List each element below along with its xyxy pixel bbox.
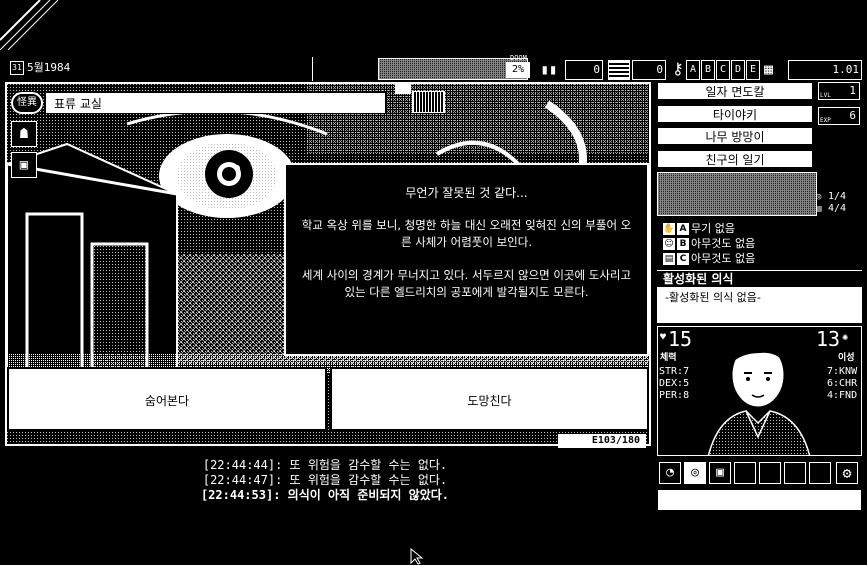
- stat-str: STR:7: [659, 366, 690, 377]
- item-count: 4/4: [828, 203, 847, 214]
- lvl-value: 1: [818, 82, 860, 100]
- equip-slot-b[interactable]: ☺ B 아무것도 없음: [663, 237, 755, 251]
- weapon-icon: ✋: [663, 223, 675, 235]
- equip-label-c: 아무것도 없음: [691, 252, 756, 265]
- item-taiyaki[interactable]: 타이야키: [657, 105, 813, 123]
- location-badge: 怪異: [11, 92, 43, 114]
- item-straight-razor[interactable]: 일자 면도칼: [657, 82, 813, 100]
- location-title: 표류 교실: [45, 92, 386, 114]
- mystery-letter-e: E: [746, 60, 760, 80]
- stat-chr: 6:CHR: [827, 378, 858, 389]
- action-slot-moon[interactable]: ◔: [659, 462, 681, 484]
- counter-2: 0: [632, 60, 666, 80]
- key-icon: ⚷: [672, 59, 684, 78]
- mouse-cursor-icon: [410, 548, 424, 565]
- stamina-icon: ♥: [660, 332, 667, 343]
- dialogue-box: 무언가 잘못된 것 같다... 학교 옥상 위를 보니, 청명한 하늘 대신 오…: [284, 163, 649, 356]
- exp-value: 6: [818, 107, 860, 125]
- corner-decoration: [0, 0, 59, 50]
- choice-hide-button[interactable]: 숨어본다: [7, 367, 327, 431]
- hand-icon: [395, 82, 411, 94]
- slot-letter-c: C: [677, 253, 689, 265]
- reason-icon: ✺: [842, 332, 849, 343]
- doom-value: 2%: [506, 62, 530, 78]
- slot-letter-b: B: [677, 238, 689, 250]
- rituals-header: 활성화된 의식: [657, 270, 862, 286]
- floppy-icon: [608, 60, 630, 80]
- dialogue-title: 무언가 잘못된 것 같다...: [405, 186, 528, 200]
- equip-slot-c[interactable]: ▤ C 아무것도 없음: [663, 252, 755, 266]
- equip-label-b: 아무것도 없음: [691, 237, 756, 250]
- version-label: 1.01: [788, 60, 862, 80]
- stat-per: PER:8: [659, 390, 690, 401]
- character-portrait: [707, 336, 811, 455]
- book-icon: ▤: [663, 253, 675, 265]
- dialogue-paragraph-2: 세계 사이의 경계가 무너지고 있다. 서두르지 않으면 이곳에 도사리고 있는…: [301, 268, 632, 299]
- scroll-icon: ▦: [764, 60, 774, 78]
- action-slot-spiral[interactable]: ◎: [684, 462, 706, 484]
- log-line-1: [22:44:44]: 또 위험을 감수할 수는 없다.: [202, 458, 448, 472]
- stat-knw: 7:KNW: [827, 366, 858, 377]
- stamina-label: 체력: [660, 353, 677, 363]
- event-id: E103/180: [558, 434, 646, 448]
- status-bar: [657, 489, 862, 511]
- mystery-letter-c: C: [716, 60, 730, 80]
- dialogue-paragraph-1: 학교 옥상 위를 보니, 청명한 하늘 대신 오래전 잊혀진 신의 부풀어 오른…: [301, 218, 632, 249]
- doom-label: DOOM: [510, 54, 527, 62]
- mystery-letter-a: A: [686, 60, 700, 80]
- item-wooden-bat[interactable]: 나무 방망이: [657, 127, 813, 145]
- calendar-icon: 31: [10, 61, 24, 75]
- stat-dex: DEX:5: [659, 378, 690, 389]
- mystery-letter-b: B: [701, 60, 715, 80]
- inventory-preview: [657, 172, 817, 216]
- equip-slot-a[interactable]: ✋ A 무기 없음: [663, 222, 735, 236]
- rituals-list: -활성화된 의식 없음-: [657, 287, 862, 323]
- action-slot-empty-2[interactable]: [759, 462, 781, 484]
- scene-thumbnail: [412, 91, 445, 113]
- reason-value: 13: [816, 327, 841, 351]
- counter-1: 0: [565, 60, 603, 80]
- top-divider: [312, 57, 313, 81]
- choice-flee-button[interactable]: 도망친다: [330, 367, 649, 431]
- rituals-header-label: 활성화된 의식: [663, 272, 734, 286]
- mask-icon[interactable]: ☗: [11, 121, 37, 147]
- charm-icon: ☺: [663, 238, 675, 250]
- item-count-icon: ▤: [816, 204, 822, 214]
- item-friends-diary[interactable]: 친구의 일기: [657, 150, 813, 168]
- settings-gear-icon[interactable]: ⚙: [836, 462, 858, 484]
- slot-letter-a: A: [677, 223, 689, 235]
- stat-fnd: 4:FND: [827, 390, 858, 401]
- action-slot-map[interactable]: ▣: [709, 462, 731, 484]
- spell-count: 1/4: [828, 191, 847, 202]
- reason-label: 이성: [838, 353, 855, 363]
- stamina-value: 15: [668, 327, 693, 351]
- action-slot-empty-4[interactable]: [809, 462, 831, 484]
- spell-count-icon: ◎: [816, 192, 822, 202]
- action-slot-empty-3[interactable]: [784, 462, 806, 484]
- map-icon[interactable]: ▣: [11, 152, 37, 178]
- log-line-3: [22:44:53]: 의식이 아직 준비되지 않았다.: [200, 488, 450, 502]
- action-slot-empty-1[interactable]: [734, 462, 756, 484]
- equip-label-a: 무기 없음: [691, 222, 735, 235]
- date-label: 5월1984: [27, 61, 71, 74]
- log-line-2: [22:44:47]: 또 위험을 감수할 수는 없다.: [202, 473, 448, 487]
- mystery-letter-d: D: [731, 60, 745, 80]
- shells-icon: ▮▮: [540, 62, 558, 78]
